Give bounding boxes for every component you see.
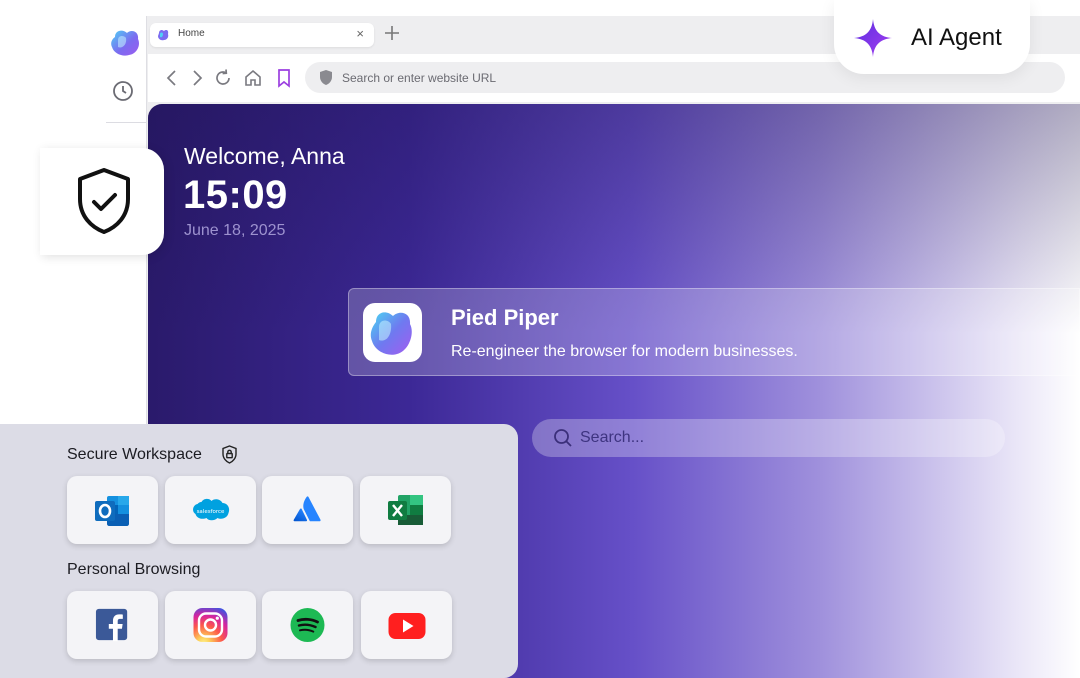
security-badge <box>40 148 164 255</box>
home-icon[interactable] <box>243 68 263 88</box>
tab-close-icon[interactable]: × <box>356 26 364 41</box>
back-icon[interactable] <box>162 68 182 88</box>
app-facebook[interactable] <box>67 591 158 659</box>
search-input[interactable]: Search... <box>532 419 1005 457</box>
search-icon <box>554 429 572 447</box>
app-outlook[interactable] <box>67 476 158 544</box>
tab-favicon-icon <box>158 29 169 41</box>
app-excel[interactable] <box>360 476 451 544</box>
personal-browsing-heading: Personal Browsing <box>67 561 201 578</box>
reload-icon[interactable] <box>213 68 233 88</box>
new-tab-icon[interactable] <box>383 24 401 42</box>
instagram-icon <box>193 608 228 642</box>
forward-icon[interactable] <box>187 68 207 88</box>
welcome-text: Welcome, Anna <box>184 143 345 169</box>
bookmark-icon[interactable] <box>274 68 294 88</box>
outlook-icon <box>95 496 129 526</box>
history-icon[interactable] <box>111 79 135 103</box>
shield-check-icon <box>78 168 130 234</box>
spotify-icon <box>290 608 325 642</box>
app-spotify[interactable] <box>262 591 353 659</box>
app-atlassian[interactable] <box>262 476 353 544</box>
promo-subtitle: Re-engineer the browser for modern busin… <box>451 343 798 360</box>
date: June 18, 2025 <box>184 222 286 239</box>
secure-workspace-heading: Secure Workspace <box>67 446 202 463</box>
excel-icon <box>388 495 423 525</box>
tab-home[interactable]: Home × <box>150 23 374 47</box>
salesforce-icon: salesforce <box>193 498 230 521</box>
pied-piper-logo <box>363 303 422 362</box>
youtube-icon <box>388 613 426 639</box>
svg-text:salesforce: salesforce <box>197 509 225 515</box>
shield-lock-icon <box>222 445 237 464</box>
ai-agent-button[interactable]: AI Agent <box>834 0 1030 74</box>
atlassian-icon <box>293 496 321 522</box>
ai-agent-label: AI Agent <box>911 24 1002 51</box>
sidebar-divider <box>106 122 146 123</box>
app-logo-icon[interactable] <box>109 27 141 57</box>
search-placeholder: Search... <box>580 429 645 446</box>
facebook-icon <box>95 608 128 642</box>
promo-card[interactable]: Pied Piper Re-engineer the browser for m… <box>348 288 1080 376</box>
promo-title: Pied Piper <box>451 305 559 330</box>
app-youtube[interactable] <box>361 591 452 659</box>
clock: 15:09 <box>183 173 288 217</box>
address-bar-placeholder: Search or enter website URL <box>342 71 497 85</box>
app-instagram[interactable] <box>165 591 256 659</box>
sparkle-icon <box>854 19 892 57</box>
tab-title: Home <box>178 28 205 39</box>
shield-icon <box>320 70 332 85</box>
app-salesforce[interactable]: salesforce <box>165 476 256 544</box>
